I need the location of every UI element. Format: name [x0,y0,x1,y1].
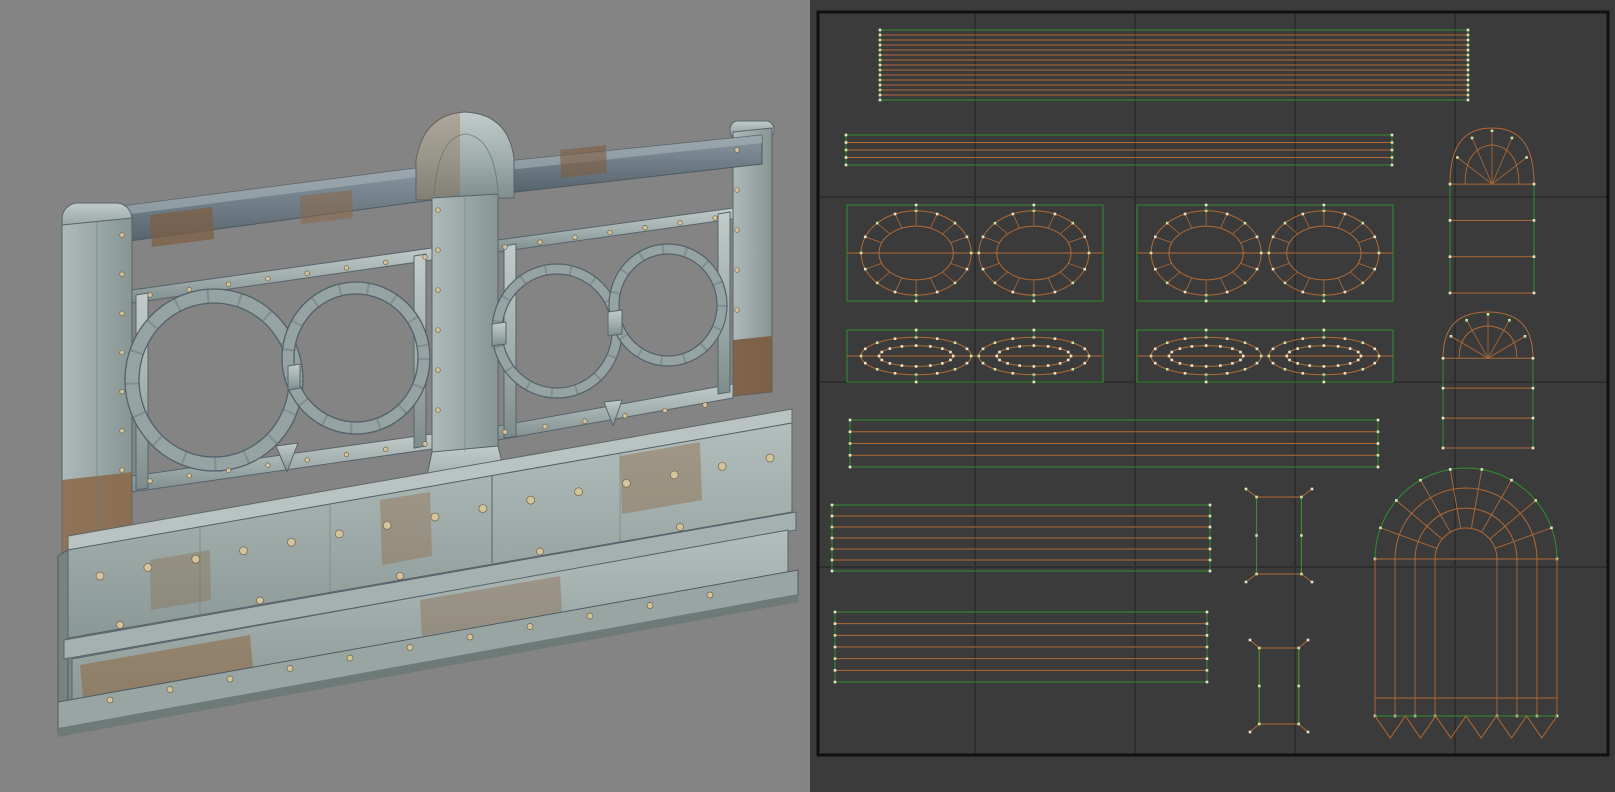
viewport-canvas[interactable] [0,0,810,792]
railing-post-left [62,203,132,572]
uv-editor[interactable] [810,0,1615,792]
uv-canvas[interactable] [810,0,1615,792]
viewport-3d[interactable] [0,0,810,792]
uv-background [810,0,1615,792]
uv-island-top-strip[interactable] [879,29,1470,102]
app-window [0,0,1615,792]
